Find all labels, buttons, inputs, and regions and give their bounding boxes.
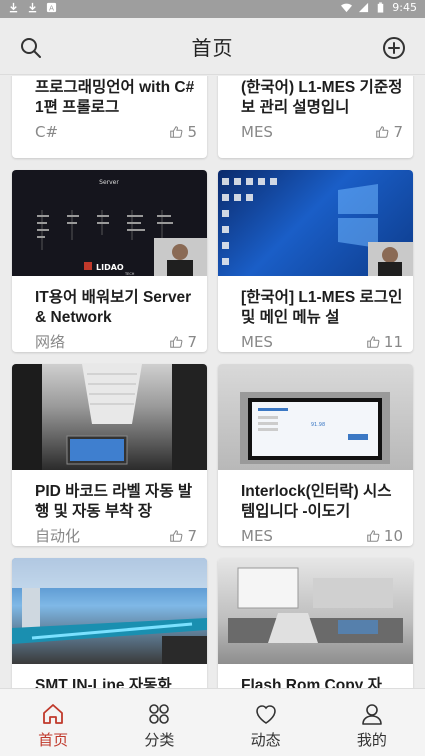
- video-thumbnail: [12, 364, 207, 470]
- nav-feed-label: 动态: [250, 731, 281, 749]
- like-count[interactable]: 7: [169, 330, 197, 352]
- video-thumbnail: [218, 558, 413, 664]
- thumbs-up-icon: [367, 336, 380, 348]
- video-title: SMT IN-Line 자동화: [35, 677, 172, 688]
- smt-line-thumbnail-graphic: [12, 558, 207, 664]
- download-icon: [9, 2, 18, 13]
- video-category: MES: [241, 333, 273, 351]
- like-count-value: 11: [383, 333, 403, 351]
- screen-readout: 91.98: [311, 422, 325, 428]
- thumbnail-logo-sub: TECH: [124, 272, 135, 276]
- video-thumbnail: 91.98: [218, 364, 413, 470]
- video-card[interactable]: 프로그래밍언어 with C# 1편 프롤로그 C# 5: [12, 76, 207, 158]
- nav-category-label: 分类: [144, 731, 175, 749]
- video-category: MES: [241, 527, 273, 545]
- video-title: 프로그래밍언어 with C# 1편 프롤로그: [35, 79, 195, 116]
- notification-app-icon: A: [46, 2, 57, 12]
- machine-thumbnail-graphic: [228, 567, 403, 643]
- profile-icon: [362, 704, 382, 725]
- nav-profile-label: 我的: [356, 731, 387, 749]
- video-title: (한국어) L1-MES 기준정보 관리 설명입니: [241, 79, 403, 116]
- video-thumbnail: [218, 170, 413, 276]
- video-thumbnail: [12, 558, 207, 664]
- video-card[interactable]: [한국어] L1-MES 로그인 및 메인 메뉴 설 MES 11: [218, 170, 413, 352]
- video-thumbnail: Server LIDAO TECH: [12, 170, 207, 276]
- video-card[interactable]: (한국어) L1-MES 기준정보 관리 설명입니 MES 7: [218, 76, 413, 158]
- video-category: 自动化: [35, 527, 81, 545]
- thumbnail-logo: LIDAO: [96, 263, 124, 272]
- video-title: Interlock(인터락) 시스템입니다 -이도기: [241, 483, 392, 520]
- slide-thumbnail-graphic: Server LIDAO TECH: [37, 179, 207, 276]
- thumbs-up-icon: [170, 530, 183, 542]
- video-title: IT용어 배워보기 Server & Network: [35, 289, 192, 326]
- add-circle-icon[interactable]: [382, 36, 406, 60]
- video-card[interactable]: SMT IN-Line 자동화: [12, 558, 207, 688]
- thumbs-up-icon: [170, 126, 183, 138]
- video-card[interactable]: PID 바코드 라벨 자동 발행 및 자동 부착 장 自动化 7: [12, 364, 207, 546]
- battery-icon: [378, 2, 384, 13]
- download-icon: [28, 2, 37, 13]
- video-title: Flash Rom Copy 자: [241, 677, 382, 688]
- factory-thumbnail-graphic: [12, 364, 207, 470]
- like-count-value: 7: [393, 123, 403, 141]
- video-category: C#: [35, 123, 59, 141]
- thumbs-up-icon: [170, 336, 183, 348]
- video-title: PID 바코드 라벨 자동 발행 및 자동 부착 장: [35, 483, 193, 520]
- video-meta: 自动化 7: [12, 524, 207, 546]
- heart-icon: [255, 705, 276, 724]
- video-card[interactable]: 91.98 Interlock(인터락) 시스템입니다 -이도기 MES 10: [218, 364, 413, 546]
- bottom-navigation: 首页 分类 动态 我的: [0, 688, 425, 756]
- video-meta: MES 7: [218, 120, 413, 144]
- video-meta: MES 11: [218, 330, 413, 352]
- desktop-thumbnail-graphic: [222, 178, 413, 276]
- home-icon: [43, 704, 64, 724]
- nav-home[interactable]: 首页: [0, 689, 106, 756]
- like-count[interactable]: 7: [169, 524, 197, 546]
- signal-icon: [359, 2, 369, 13]
- video-card[interactable]: Server LIDAO TECH IT용어 배워보기 Server & Net…: [12, 170, 207, 352]
- slide-heading: Server: [99, 179, 119, 186]
- video-title: [한국어] L1-MES 로그인 및 메인 메뉴 설: [241, 289, 403, 326]
- like-count-value: 5: [187, 123, 197, 141]
- like-count[interactable]: 7: [375, 120, 403, 144]
- video-meta: MES 10: [218, 524, 413, 546]
- panel-thumbnail-graphic: 91.98: [240, 392, 390, 464]
- status-bar: A 9:45: [0, 0, 425, 18]
- like-count[interactable]: 5: [169, 120, 197, 144]
- nav-feed[interactable]: 动态: [213, 689, 319, 756]
- category-icon: [149, 704, 170, 724]
- video-category: MES: [241, 123, 273, 141]
- svg-text:A: A: [49, 3, 54, 12]
- video-meta: C# 5: [12, 120, 207, 144]
- nav-category[interactable]: 分类: [106, 689, 212, 756]
- nav-profile[interactable]: 我的: [319, 689, 425, 756]
- status-time: 9:45: [392, 1, 417, 14]
- like-count-value: 7: [187, 333, 197, 351]
- thumbs-up-icon: [367, 530, 380, 542]
- like-count[interactable]: 11: [366, 330, 403, 352]
- video-meta: 网络 7: [12, 330, 207, 352]
- thumbs-up-icon: [376, 126, 389, 138]
- wifi-icon: [341, 3, 353, 13]
- like-count-value: 10: [383, 527, 403, 545]
- page-title: 首页: [191, 36, 234, 60]
- video-category: 网络: [35, 333, 66, 351]
- like-count-value: 7: [187, 527, 197, 545]
- nav-home-label: 首页: [38, 731, 69, 749]
- top-app-bar: 首页: [0, 18, 425, 75]
- video-card[interactable]: Flash Rom Copy 자: [218, 558, 413, 688]
- like-count[interactable]: 10: [366, 524, 403, 546]
- video-feed: 프로그래밍언어 with C# 1편 프롤로그 C# 5 (한국어) L1-ME…: [0, 76, 425, 688]
